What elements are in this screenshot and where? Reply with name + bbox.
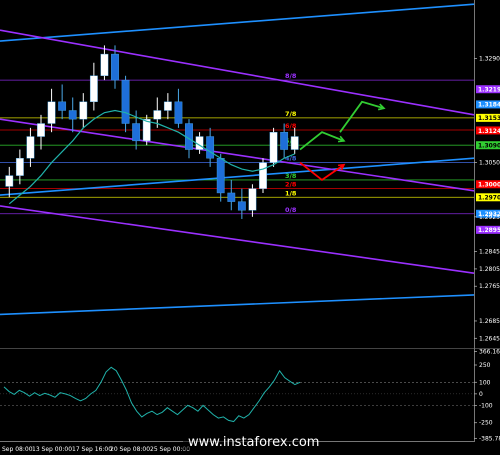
candle-body bbox=[280, 131, 289, 150]
candle-body bbox=[174, 101, 183, 124]
time-tick-label: 17 Sep 16:00 bbox=[72, 446, 112, 453]
candle-body bbox=[269, 131, 278, 163]
candle-body bbox=[290, 136, 299, 150]
price-tag-label: 1.3124 bbox=[478, 128, 500, 135]
candle-body bbox=[68, 110, 77, 120]
price-tick-label: 1.3050 bbox=[479, 160, 500, 167]
channel-line bbox=[0, 205, 475, 275]
trend-channels bbox=[0, 3, 475, 316]
channel-line bbox=[0, 3, 475, 42]
price-tag-label: 1.3090 bbox=[478, 143, 500, 150]
candle-body bbox=[237, 201, 246, 211]
price-tag-label: 1.2895 bbox=[478, 227, 500, 234]
channel-line bbox=[0, 157, 475, 196]
candle-body bbox=[89, 75, 98, 103]
chart-canvas: 8/87/86/85/84/83/82/81/80/81.32191.31841… bbox=[0, 0, 500, 453]
candle-body bbox=[153, 110, 162, 120]
time-tick-label: Sep 08:00 bbox=[2, 446, 33, 453]
forecast-paths bbox=[299, 100, 386, 182]
cci-tick-label: -100 bbox=[479, 402, 493, 409]
forecast-path bbox=[339, 100, 385, 133]
time-axis: Sep 08:00 13 Sep 00:00 17 Sep 16:0020 Sep … bbox=[2, 446, 190, 453]
candle-body bbox=[58, 101, 67, 111]
candle-body bbox=[121, 79, 130, 124]
candle-body bbox=[206, 136, 215, 159]
channel-line bbox=[0, 294, 475, 316]
watermark-text: www.instaforex.com bbox=[188, 435, 319, 450]
price-tick-label: 1.2925 bbox=[479, 214, 500, 221]
candle-body bbox=[248, 188, 257, 211]
price-tick-label: 1.2805 bbox=[479, 266, 500, 273]
price-tick-label: 1.2845 bbox=[479, 249, 500, 256]
time-tick-label: 20 Sep 08:00 bbox=[110, 446, 150, 453]
cci-tick-label: 366.161 bbox=[479, 349, 500, 356]
cci-line bbox=[3, 366, 301, 423]
channel-line bbox=[0, 29, 475, 116]
murrey-level-label: 7/8 bbox=[285, 110, 297, 118]
cci-tick-label: -385.789 bbox=[479, 435, 500, 442]
price-tick-label: 1.2765 bbox=[479, 283, 500, 290]
cci-tick-label: 250 bbox=[479, 362, 491, 369]
cci-tick-label: 0 bbox=[479, 391, 483, 398]
candle-body bbox=[37, 123, 45, 137]
price-tick-label: 1.2645 bbox=[479, 335, 500, 342]
candle-body bbox=[259, 162, 267, 189]
candle-body bbox=[111, 53, 119, 81]
candle-body bbox=[163, 101, 172, 111]
candle-body bbox=[47, 101, 56, 124]
candle-body bbox=[132, 123, 141, 142]
cci-tick-label: 100 bbox=[479, 379, 491, 386]
candle-body bbox=[216, 158, 225, 194]
price-tick-label: 1.2685 bbox=[479, 318, 500, 325]
candles bbox=[5, 45, 299, 219]
murrey-level-label: 8/8 bbox=[285, 72, 297, 80]
murrey-level-label: 2/8 bbox=[285, 181, 297, 189]
candle-body bbox=[79, 101, 88, 120]
time-tick-label: 13 Sep 00:00 bbox=[32, 446, 72, 453]
cci-tick-label: -250 bbox=[479, 420, 493, 427]
cci-panel: 366.161 250 100 0 -100 -250 -385.789 bbox=[0, 349, 500, 442]
candle-body bbox=[100, 53, 109, 76]
murrey-level-label: 1/8 bbox=[285, 189, 297, 197]
price-tag-label: 1.3000 bbox=[478, 182, 500, 189]
murrey-level-label: 0/8 bbox=[285, 206, 297, 214]
candle-body bbox=[15, 158, 24, 176]
price-tag-label: 1.2970 bbox=[478, 195, 500, 202]
candle-body bbox=[26, 136, 35, 159]
candle-body bbox=[227, 192, 236, 202]
price-tag-label: 1.3184 bbox=[478, 102, 500, 109]
price-tag-label: 1.3153 bbox=[478, 115, 500, 122]
forecast-path bbox=[299, 131, 345, 151]
price-tick-label: 1.3290 bbox=[479, 55, 500, 62]
price-tag-label: 1.3219 bbox=[478, 87, 500, 94]
candle-body bbox=[5, 175, 14, 187]
